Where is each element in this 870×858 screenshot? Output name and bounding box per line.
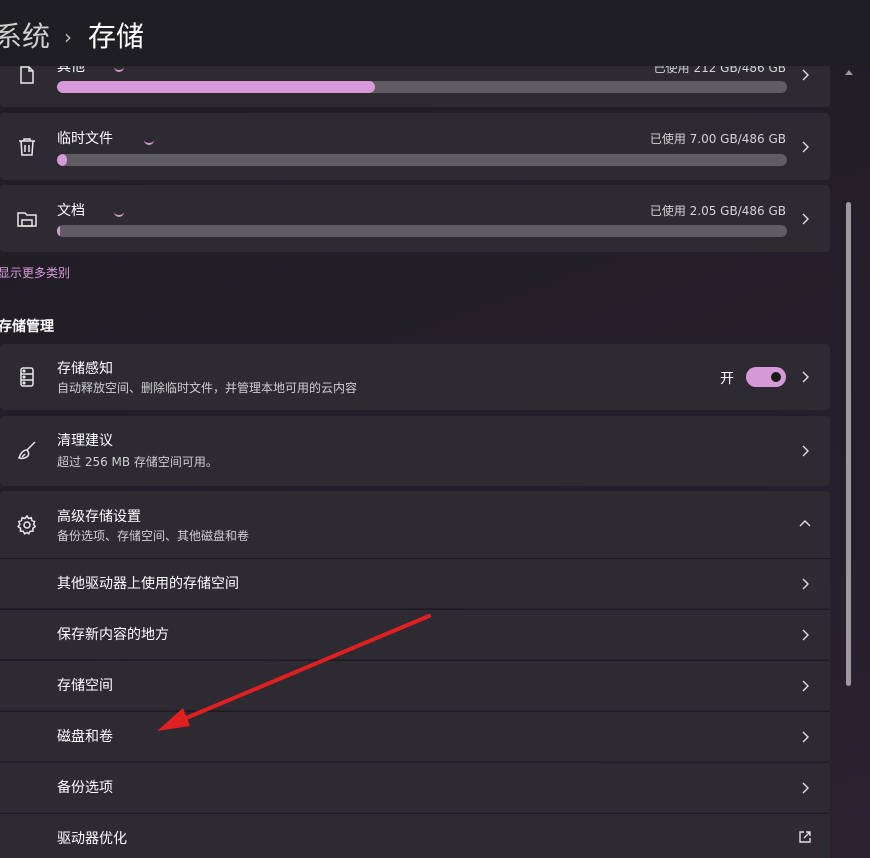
usage-bar-fill: [57, 81, 376, 93]
storage-drive-icon: [16, 366, 38, 388]
sub-item-title: 其他驱动器上使用的存储空间: [57, 576, 239, 592]
sub-item-title: 保存新内容的地方: [57, 627, 169, 643]
storage-spaces[interactable]: 存储空间: [0, 660, 830, 710]
usage-bar: [57, 154, 787, 166]
disks-and-volumes[interactable]: 磁盘和卷: [0, 711, 830, 761]
chevron-right-icon: [798, 444, 812, 458]
sub-item-title: 驱动器优化: [57, 831, 127, 847]
category-temp-files[interactable]: 临时文件 已使用 7.00 GB/486 GB: [0, 113, 830, 180]
sub-item-title: 磁盘和卷: [57, 729, 113, 745]
category-usage: 已使用 2.05 GB/486 GB: [649, 204, 786, 218]
trash-icon: [16, 136, 38, 158]
storage-sense-card[interactable]: 存储感知 自动释放空间、删除临时文件，并管理本地可用的云内容 开: [0, 344, 830, 410]
where-new-content-is-saved[interactable]: 保存新内容的地方: [0, 609, 830, 659]
chevron-right-icon: [798, 212, 812, 226]
cleanup-recommendations-card[interactable]: 清理建议 超过 256 MB 存储空间可用。: [0, 416, 830, 486]
category-usage: 已使用 7.00 GB/486 GB: [649, 132, 786, 146]
storage-sense-subtitle: 自动释放空间、删除临时文件，并管理本地可用的云内容: [57, 381, 358, 395]
advanced-settings-title: 高级存储设置: [57, 509, 141, 525]
scrollbar-thumb[interactable]: [846, 202, 851, 686]
chevron-right-icon: [798, 370, 812, 384]
chevron-right-icon: [798, 577, 812, 591]
category-title: 临时文件: [57, 131, 113, 147]
drive-optimization[interactable]: 驱动器优化: [0, 813, 830, 858]
cleanup-subtitle: 超过 256 MB 存储空间可用。: [57, 455, 218, 469]
chevron-right-icon: [798, 730, 812, 744]
chevron-right-icon: [798, 140, 812, 154]
loading-spinner-icon: [114, 66, 124, 72]
advanced-settings-subtitle: 备份选项、存储空间、其他磁盘和卷: [57, 529, 250, 543]
backup-options[interactable]: 备份选项: [0, 762, 830, 812]
loading-spinner-icon: [144, 139, 154, 145]
storage-sense-toggle[interactable]: [746, 367, 786, 387]
chevron-right-icon: [798, 628, 812, 642]
chevron-right-icon: [798, 781, 812, 795]
usage-bar: [57, 81, 787, 93]
storage-used-on-other-drives[interactable]: 其他驱动器上使用的存储空间: [0, 558, 830, 608]
usage-bar-fill: [57, 225, 60, 237]
usage-bar: [57, 225, 787, 237]
breadcrumb: 系统 › 存储: [0, 17, 144, 57]
show-more-categories-link[interactable]: 显示更多类别: [0, 264, 70, 281]
chevron-up-icon[interactable]: [798, 517, 812, 531]
file-icon: [16, 64, 38, 86]
page-title: 存储: [88, 20, 145, 53]
storage-management-heading: 存储管理: [0, 319, 54, 335]
gear-icon: [16, 514, 38, 536]
breadcrumb-system[interactable]: 系统: [0, 17, 50, 57]
category-title: 文档: [57, 203, 85, 219]
usage-bar-fill: [57, 154, 68, 166]
toggle-state-label: 开: [720, 371, 734, 387]
advanced-storage-settings-card[interactable]: 高级存储设置 备份选项、存储空间、其他磁盘和卷: [0, 491, 830, 558]
toggle-knob: [771, 372, 781, 382]
external-link-icon: [798, 830, 812, 844]
page-header: 系统 › 存储: [0, 0, 870, 66]
breadcrumb-separator: ›: [64, 25, 73, 49]
category-documents[interactable]: 文档 已使用 2.05 GB/486 GB: [0, 185, 830, 252]
chevron-right-icon: [798, 679, 812, 693]
sub-item-title: 存储空间: [57, 678, 113, 694]
cleanup-title: 清理建议: [57, 433, 113, 449]
scroll-up-arrow-icon[interactable]: [845, 70, 853, 75]
chevron-right-icon: [798, 68, 812, 82]
sub-item-title: 备份选项: [57, 780, 113, 796]
broom-icon: [16, 440, 38, 462]
loading-spinner-icon: [114, 211, 124, 217]
folder-icon: [16, 208, 38, 230]
storage-sense-title: 存储感知: [57, 361, 113, 377]
